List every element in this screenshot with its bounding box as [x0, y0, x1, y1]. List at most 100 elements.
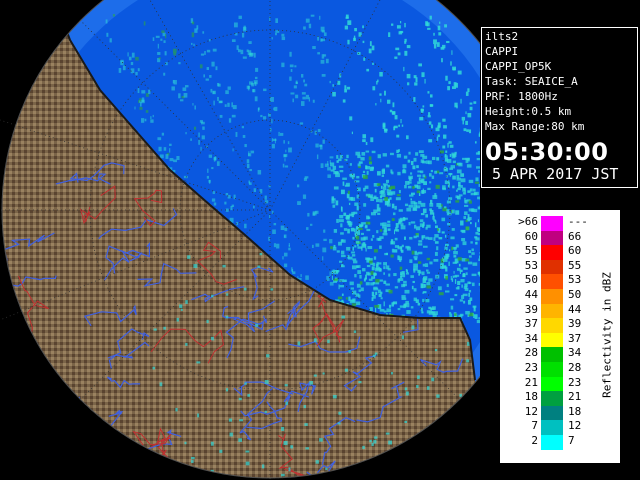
echo-pixel — [228, 118, 232, 123]
echo-pixel — [379, 245, 382, 249]
echo-pixel — [462, 120, 464, 125]
echo-pixel — [478, 317, 480, 320]
echo-pixel — [362, 170, 366, 174]
echo-pixel — [356, 265, 361, 268]
echo-pixel — [336, 218, 339, 223]
echo-pixel — [468, 289, 472, 293]
echo-pixel — [449, 144, 454, 148]
echo-pixel — [341, 263, 344, 267]
echo-pixel — [200, 121, 205, 125]
echo-pixel — [479, 255, 480, 259]
echo-pixel — [246, 163, 250, 169]
echo-pixel — [461, 295, 465, 299]
echo-pixel — [458, 194, 463, 197]
echo-pixel — [254, 76, 258, 80]
echo-pixel — [307, 212, 310, 217]
echo-pixel — [467, 261, 473, 265]
echo-pixel — [226, 293, 229, 296]
echo-pixel — [410, 172, 413, 175]
echo-pixel — [380, 98, 382, 103]
echo-pixel — [407, 82, 410, 86]
echo-pixel — [240, 49, 244, 55]
echo-pixel — [260, 114, 263, 118]
echo-pixel — [320, 38, 323, 42]
echo-pixel — [446, 253, 450, 258]
echo-pixel — [471, 273, 477, 277]
legend-swatch — [541, 391, 563, 406]
echo-pixel — [442, 44, 446, 49]
echo-pixel — [451, 228, 455, 231]
echo-pixel — [305, 275, 309, 280]
echo-pixel — [285, 401, 289, 405]
echo-pixel — [299, 122, 304, 125]
echo-pixel — [413, 224, 417, 229]
echo-pixel — [390, 372, 393, 375]
echo-pixel — [420, 307, 423, 312]
echo-pixel — [413, 288, 417, 292]
echo-pixel — [355, 226, 359, 230]
echo-pixel — [425, 214, 429, 218]
echo-pixel — [319, 15, 321, 20]
echo-pixel — [399, 258, 402, 262]
echo-pixel — [470, 241, 473, 244]
echo-pixel — [347, 254, 350, 259]
echo-pixel — [413, 97, 416, 102]
echo-pixel — [437, 122, 441, 128]
echo-pixel — [341, 315, 346, 319]
echo-pixel — [365, 243, 367, 249]
echo-pixel — [417, 243, 423, 246]
echo-pixel — [325, 467, 328, 471]
echo-pixel — [364, 225, 368, 229]
echo-pixel — [473, 101, 477, 104]
echo-pixel — [372, 262, 376, 267]
echo-pixel — [403, 280, 407, 284]
echo-pixel — [359, 274, 362, 279]
echo-pixel — [401, 335, 405, 340]
echo-pixel — [459, 299, 463, 302]
legend-low-value: 53 — [524, 258, 538, 272]
echo-pixel — [347, 39, 350, 45]
echo-pixel — [392, 212, 396, 216]
echo-pixel — [418, 150, 424, 154]
echo-pixel — [336, 155, 339, 159]
echo-pixel — [281, 473, 285, 477]
echo-pixel — [429, 208, 432, 211]
echo-pixel — [415, 152, 419, 156]
echo-pixel — [446, 209, 450, 213]
legend-high-value: 44 — [568, 302, 582, 316]
echo-pixel — [398, 209, 403, 212]
echo-pixel — [180, 308, 183, 311]
echo-pixel — [448, 261, 450, 266]
echo-pixel — [462, 192, 466, 195]
echo-pixel — [290, 92, 295, 95]
echo-pixel — [312, 211, 317, 216]
echo-pixel — [428, 173, 432, 177]
echo-pixel — [347, 228, 350, 234]
echo-pixel — [465, 310, 470, 315]
echo-pixel — [347, 221, 350, 224]
echo-pixel — [224, 201, 227, 205]
echo-pixel — [396, 149, 399, 154]
echo-pixel — [417, 302, 421, 306]
echo-pixel — [426, 281, 431, 286]
echo-pixel — [330, 162, 335, 167]
echo-pixel — [322, 139, 325, 144]
echo-pixel — [302, 96, 306, 100]
echo-pixel — [329, 80, 332, 84]
echo-pixel — [442, 265, 447, 269]
echo-pixel — [404, 41, 407, 44]
echo-pixel — [444, 24, 448, 28]
echo-pixel — [245, 450, 250, 453]
echo-pixel — [409, 194, 414, 197]
echo-pixel — [362, 268, 366, 272]
echo-pixel — [340, 239, 346, 243]
legend-high-value: 12 — [568, 419, 582, 433]
echo-pixel — [362, 242, 366, 246]
echo-pixel — [283, 252, 288, 257]
echo-pixel — [373, 249, 378, 253]
echo-pixel — [361, 232, 364, 235]
echo-pixel — [356, 175, 360, 179]
info-panel: ilts2 CAPPI CAPPI_OP5K Task: SEAICE_A PR… — [481, 27, 638, 188]
echo-pixel — [339, 260, 343, 263]
echo-pixel — [264, 195, 267, 200]
